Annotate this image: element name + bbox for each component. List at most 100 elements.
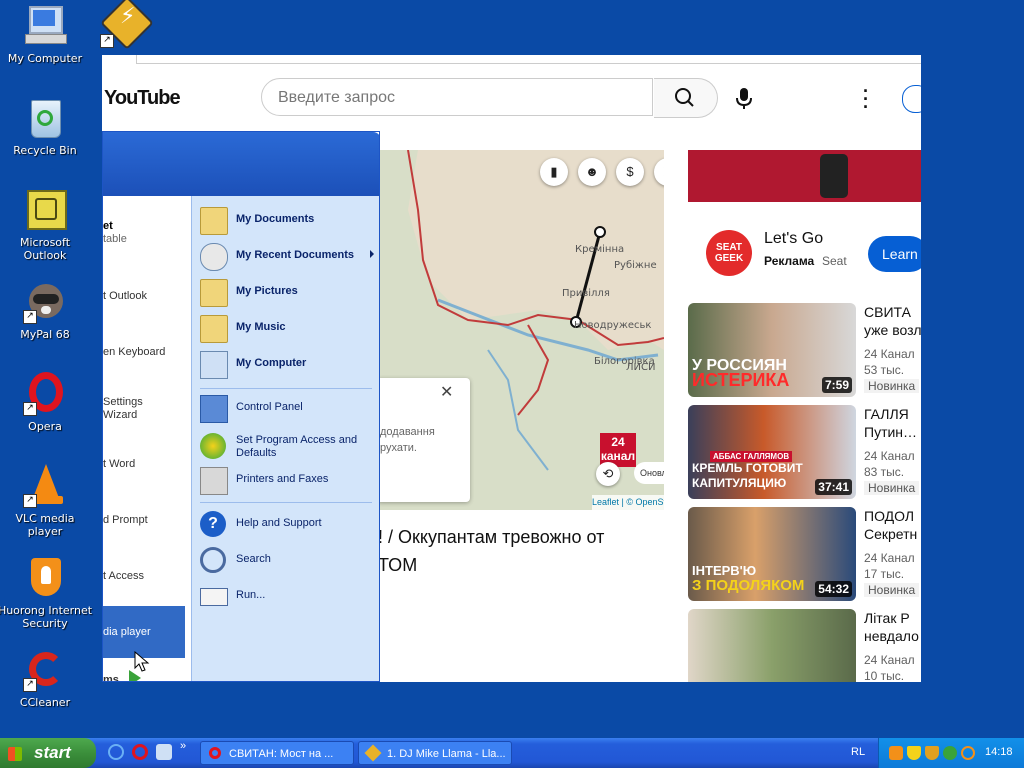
program-item[interactable]: en Keyboard (103, 346, 165, 358)
desktop-icon-opera[interactable]: ↗ Opera (0, 372, 93, 433)
shortcut-arrow-icon: ↗ (100, 34, 114, 48)
program-item[interactable]: Settings (103, 396, 143, 408)
clock[interactable]: 14:18 (985, 746, 1013, 758)
start-item-my-computer[interactable]: My Computer (200, 348, 379, 382)
desktop-icon-label: My Computer (7, 52, 83, 65)
robot-icon[interactable]: ☻ (578, 158, 606, 186)
program-item[interactable]: t Access (103, 570, 144, 582)
thumb-text-line: КАПИТУЛЯЦИЮ (692, 476, 787, 490)
internet-explorer-icon[interactable] (108, 744, 124, 760)
folder-documents-icon (200, 207, 228, 235)
signal-icon[interactable]: ▮ (540, 158, 568, 186)
start-item-recent-documents[interactable]: My Recent Documents (200, 240, 379, 274)
microphone-icon[interactable] (734, 87, 754, 111)
related-title-line: невдало (864, 628, 919, 644)
map-attribution[interactable]: Leaflet | © OpenStreetMap contributors (592, 495, 664, 510)
start-item-printers[interactable]: Printers and Faxes (200, 464, 379, 498)
start-item-program-access[interactable]: Set Program Access and Defaults (200, 430, 379, 464)
account-icon[interactable] (902, 85, 921, 113)
video-duration: 7:59 (821, 377, 852, 393)
close-icon[interactable]: ✕ (440, 382, 453, 402)
tray-security-icon[interactable] (925, 746, 939, 760)
address-bar[interactable] (136, 55, 921, 64)
taskbar-task-winamp[interactable]: 1. DJ Mike Llama - Lla... (358, 741, 512, 765)
tray-search-icon[interactable] (961, 746, 975, 760)
related-video[interactable]: У РОССИЯН ИСТЕРИКА 7:59 СВИТА уже возл 24 … (688, 303, 921, 397)
youtube-logo[interactable]: YouTube (104, 87, 181, 110)
windows-logo-icon (8, 747, 22, 761)
video-title-line: ! / Оккупантам тревожно от (378, 527, 605, 547)
related-video[interactable]: АББАС ГАЛЛЯМОВ КРЕМЛЬ ГОТОВИТ КАПИТУЛЯЦИЮ… (688, 405, 921, 499)
desktop-icon-winamp[interactable]: ⚡ ↗ (92, 0, 154, 50)
desktop-icon-my-computer[interactable]: My Computer (0, 4, 93, 65)
start-item-run[interactable]: Run... (200, 580, 379, 614)
desktop-icon-huorong[interactable]: Huorong Internet Security (0, 556, 93, 630)
start-button[interactable]: start (0, 738, 96, 768)
start-menu-places: My Documents My Recent Documents My Pict… (191, 196, 379, 681)
shortcut-arrow-icon: ↗ (23, 402, 37, 416)
desktop-icon-label: CCleaner (19, 696, 71, 709)
tray-huorong-icon[interactable] (889, 746, 903, 760)
more-menu-icon[interactable]: · · · (862, 82, 870, 116)
ad-card[interactable]: SEAT GEEK Let's Go Реклама Seat Learn (688, 150, 921, 290)
channel-name: 24 Канал (864, 449, 915, 463)
control-panel-icon (200, 395, 228, 423)
start-item-my-music[interactable]: My Music (200, 312, 379, 346)
opera-icon: ↗ (23, 372, 67, 416)
search-input[interactable]: Введите запрос (261, 78, 653, 116)
video-thumbnail[interactable]: ІНТЕРВ'Ю З ПОДОЛЯКОМ 54:32 (688, 507, 856, 601)
start-item-my-pictures[interactable]: My Pictures (200, 276, 379, 310)
money-icon[interactable]: $ (616, 158, 644, 186)
start-item-label: My Computer (236, 357, 307, 369)
language-indicator[interactable]: RL (851, 746, 865, 758)
program-item[interactable]: t Outlook (103, 290, 147, 302)
desktop-icon-vlc[interactable]: ↗ VLC media player (0, 464, 93, 538)
channel-name: 24 Канал (864, 653, 915, 667)
related-title: СВИТА уже возл (864, 303, 921, 339)
desktop-icon-ccleaner[interactable]: ↗ CCleaner (0, 648, 93, 709)
raccoon-icon: ↗ (23, 280, 67, 324)
map-label: Рубіжне (614, 260, 657, 271)
opera-icon[interactable] (132, 744, 148, 760)
start-item-help[interactable]: ? Help and Support (200, 508, 379, 542)
separator (200, 502, 372, 503)
program-item[interactable]: d Prompt (103, 514, 148, 526)
related-video[interactable]: Літак Р невдало 24 Канал 10 тыс. (688, 609, 921, 682)
run-icon (200, 588, 228, 606)
video-thumbnail[interactable]: АББАС ГАЛЛЯМОВ КРЕМЛЬ ГОТОВИТ КАПИТУЛЯЦИЮ… (688, 405, 856, 499)
desktop-icon-outlook[interactable]: Microsoft Outlook (0, 188, 93, 262)
all-programs[interactable]: ms (103, 674, 119, 681)
lightning-icon: ⚡ ↗ (100, 0, 154, 50)
new-badge: Новинка (864, 481, 920, 495)
taskbar-task-opera[interactable]: СВИТАН: Мост на ... (200, 741, 354, 765)
task-label: СВИТАН: Мост на ... (229, 748, 334, 760)
video-title: ! / Оккупантам тревожно от ТОМ (378, 523, 678, 579)
desktop-icon-recycle-bin[interactable]: Recycle Bin (0, 96, 93, 157)
related-title: ПОДОЛ Секретн (864, 507, 921, 543)
program-item[interactable]: t Word (103, 458, 135, 470)
thumb-text-line: ІНТЕРВ'Ю (692, 563, 757, 578)
start-item-label: Search (236, 553, 271, 565)
video-duration: 54:32 (815, 581, 852, 597)
video-thumbnail[interactable] (688, 609, 856, 682)
desktop-icon-label: MyPal 68 (20, 328, 70, 341)
start-item-search[interactable]: Search (200, 544, 379, 578)
related-video[interactable]: ІНТЕРВ'Ю З ПОДОЛЯКОМ 54:32 ПОДОЛ Секретн 2… (688, 507, 921, 601)
start-item-my-documents[interactable]: My Documents (200, 204, 379, 238)
tray-shield-icon[interactable] (907, 746, 921, 760)
program-item[interactable]: et (103, 220, 113, 232)
search-button[interactable] (654, 78, 718, 118)
ccleaner-icon: ↗ (23, 648, 67, 692)
history-icon[interactable]: ⟲ (596, 462, 620, 486)
chevron-right-icon[interactable]: » (180, 740, 186, 752)
map-label: ЛИСИ (626, 362, 656, 373)
start-item-control-panel[interactable]: Control Panel (200, 392, 379, 426)
learn-more-button[interactable]: Learn (868, 236, 921, 272)
video-thumbnail[interactable]: У РОССИЯН ИСТЕРИКА 7:59 (688, 303, 856, 397)
desktop-icon-mypal[interactable]: ↗ MyPal 68 (0, 280, 93, 341)
view-count: 17 тыс. (864, 567, 905, 581)
thumb-text-line: З ПОДОЛЯКОМ (692, 577, 805, 594)
quicklaunch-icon[interactable] (156, 744, 172, 760)
map-embed[interactable]: Кремінна Рубіжне Привілля Новодружеськ Б… (378, 150, 664, 510)
tray-network-icon[interactable] (943, 746, 957, 760)
